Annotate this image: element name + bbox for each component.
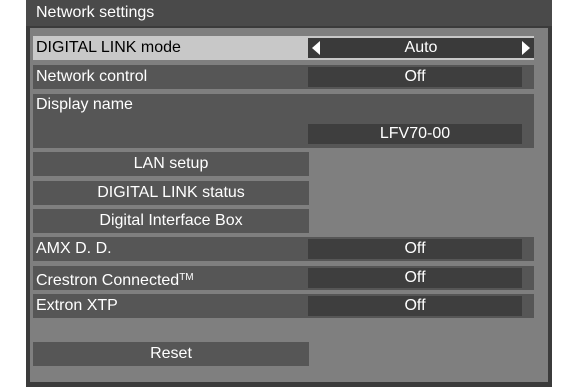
digital-link-mode-row[interactable]: DIGITAL LINK mode Auto (33, 36, 534, 60)
extron-label: Extron XTP (36, 297, 118, 314)
amx-label: AMX D. D. (36, 240, 112, 257)
network-control-value[interactable]: Off (308, 67, 522, 87)
extron-value[interactable]: Off (308, 296, 522, 316)
network-control-row[interactable]: Network control Off (33, 65, 534, 89)
crestron-label-wrap: Crestron ConnectedTM (36, 266, 194, 293)
right-arrow-icon[interactable] (522, 41, 530, 55)
display-name-label: Display name (36, 96, 133, 113)
reset-button[interactable]: Reset (33, 342, 309, 366)
display-name-value[interactable]: LFV70-00 (308, 124, 522, 144)
digital-interface-box-button[interactable]: Digital Interface Box (33, 209, 309, 233)
amx-value[interactable]: Off (308, 239, 522, 259)
crestron-row[interactable]: Crestron ConnectedTM Off (33, 266, 534, 290)
digital-link-mode-label: DIGITAL LINK mode (36, 39, 181, 56)
extron-row[interactable]: Extron XTP Off (33, 294, 534, 318)
lan-setup-button[interactable]: LAN setup (33, 152, 309, 176)
menu-title: Network settings (26, 0, 552, 26)
crestron-value[interactable]: Off (308, 268, 522, 288)
digital-link-mode-value: Auto (404, 39, 438, 56)
display-name-block[interactable]: Display name LFV70-00 (33, 94, 534, 148)
crestron-label: Crestron Connected (36, 272, 180, 289)
left-arrow-icon[interactable] (312, 41, 320, 55)
trademark-sup: TM (179, 272, 194, 283)
network-control-label: Network control (36, 68, 148, 85)
digital-link-status-button[interactable]: DIGITAL LINK status (33, 181, 309, 205)
amx-row[interactable]: AMX D. D. Off (33, 237, 534, 261)
digital-link-mode-value-box[interactable]: Auto (308, 38, 534, 58)
